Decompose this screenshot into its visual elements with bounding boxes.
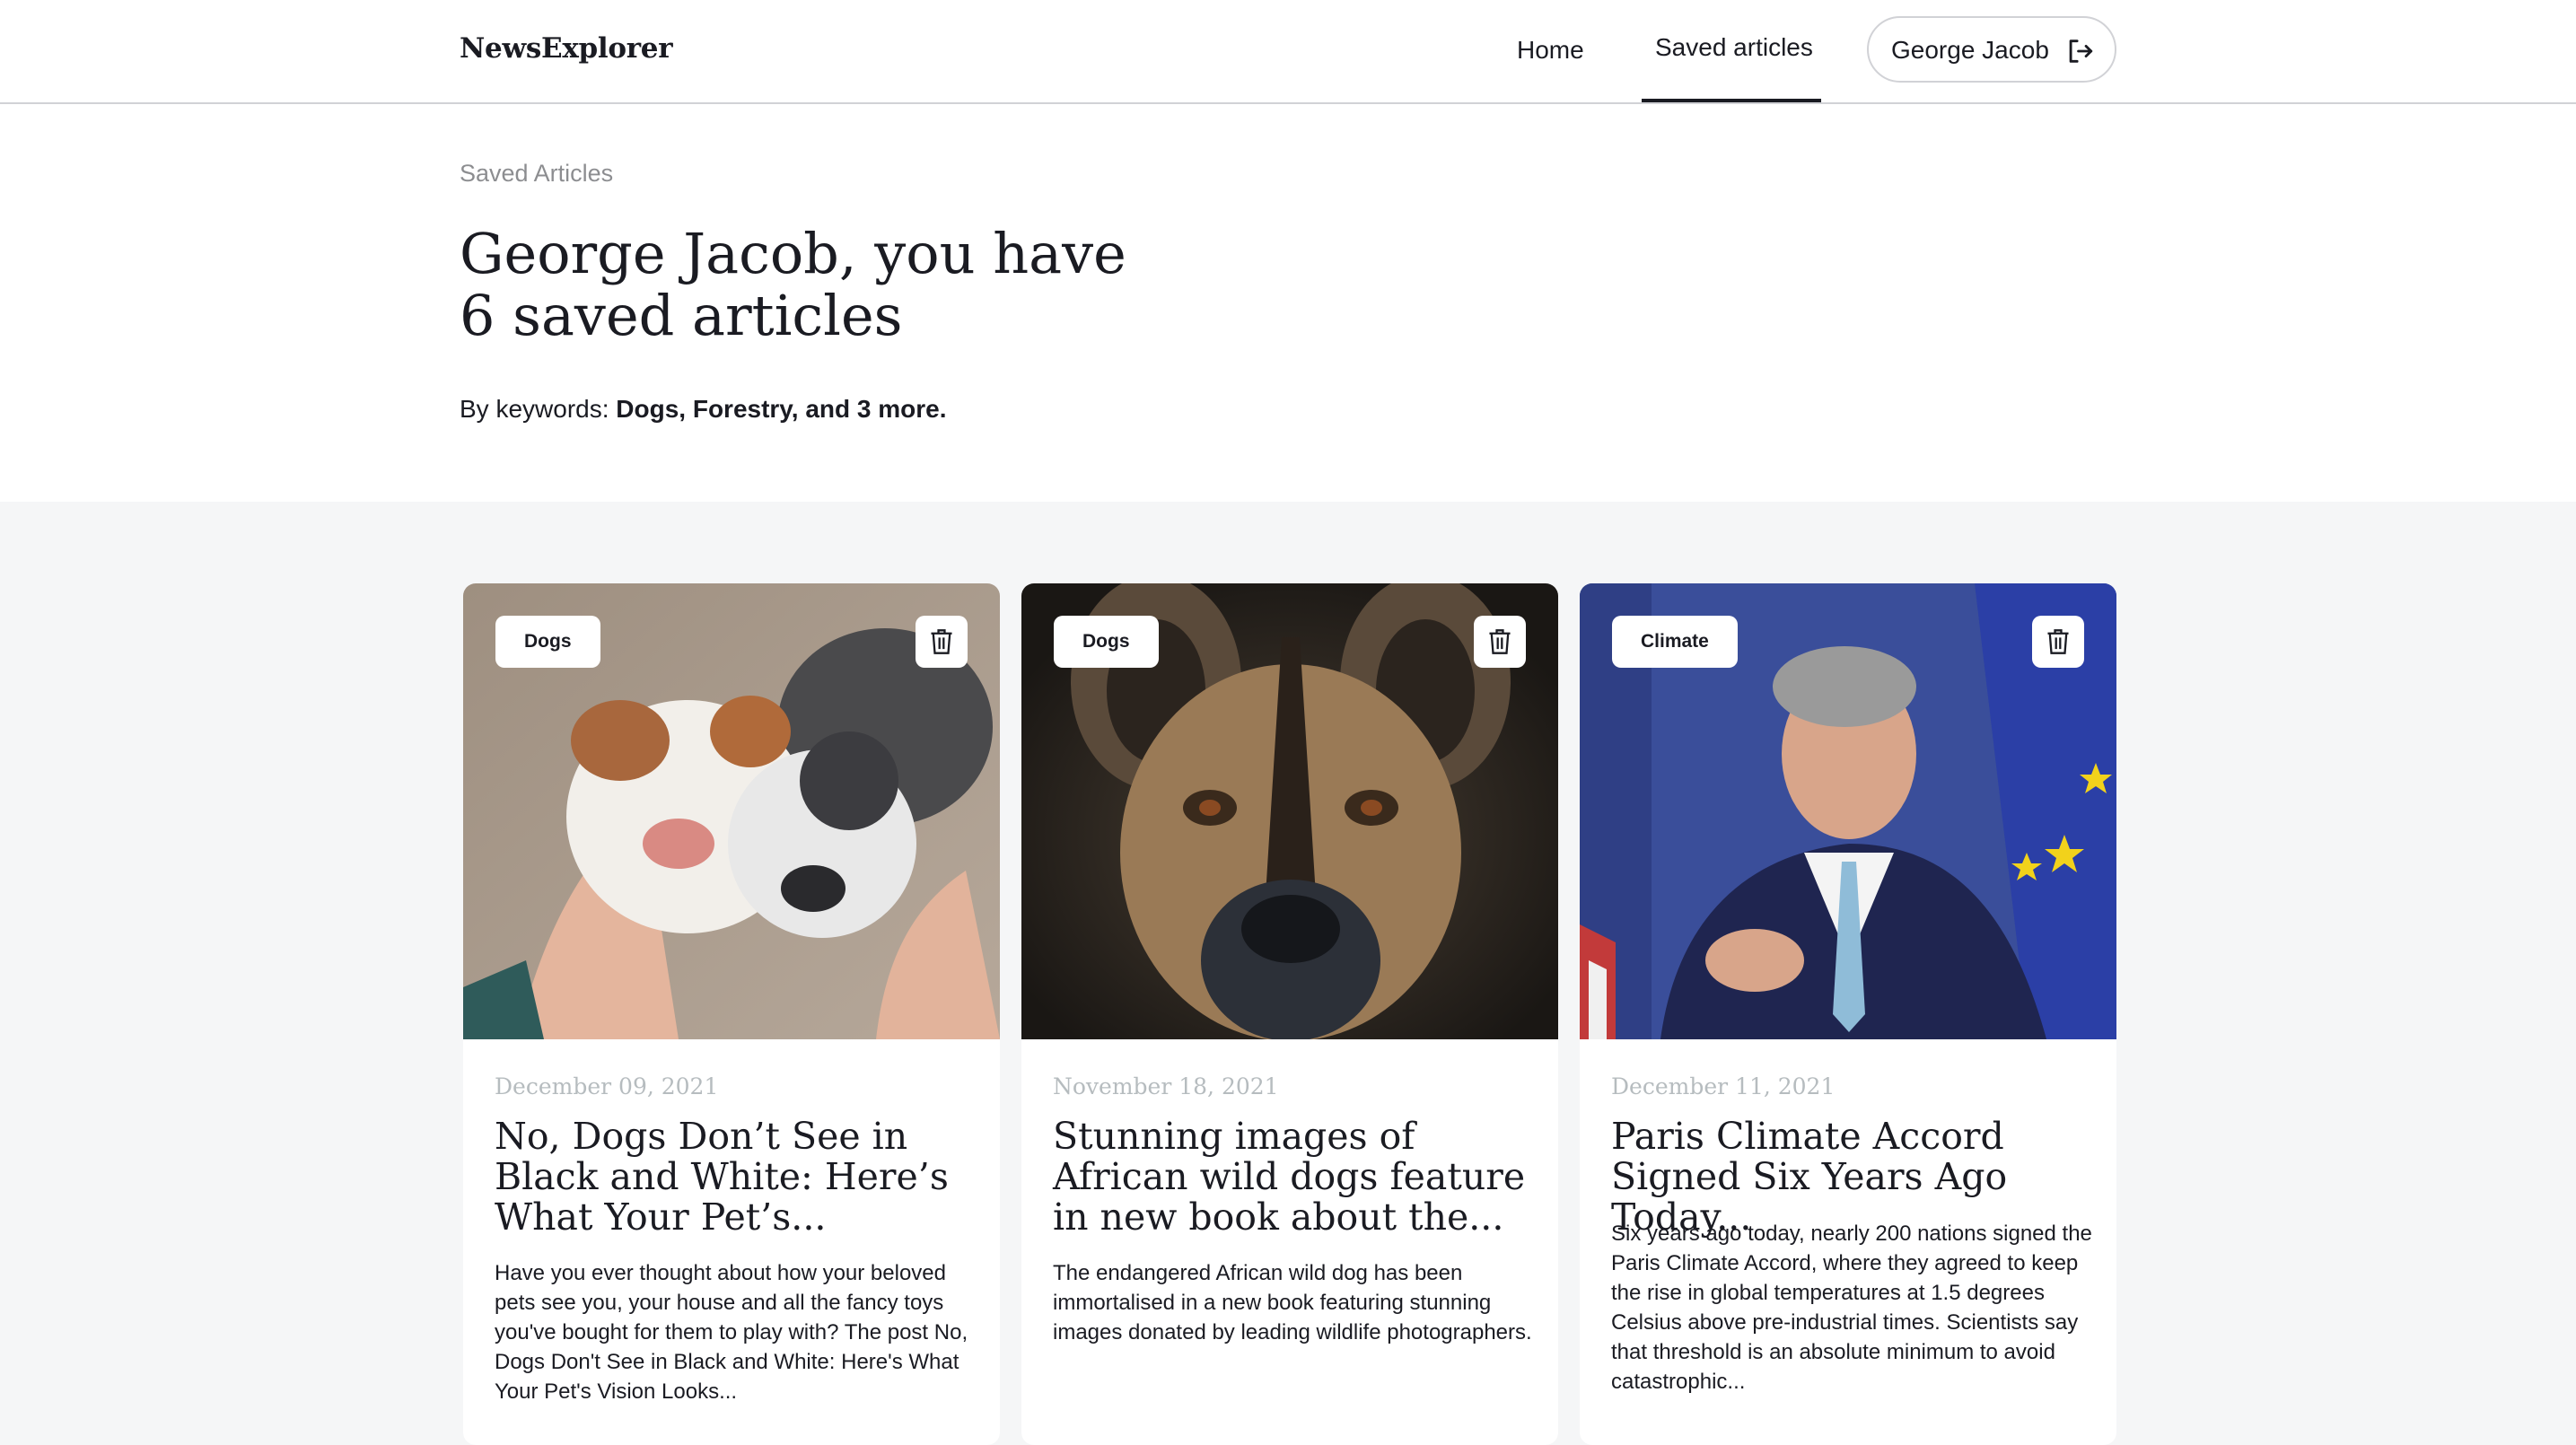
delete-article-button[interactable] xyxy=(916,616,968,668)
article-excerpt: Have you ever thought about how your bel… xyxy=(495,1261,968,1404)
keywords-summary: By keywords: Dogs, Forestry, and 3 more. xyxy=(460,395,947,424)
trash-icon xyxy=(2047,629,2069,654)
article-card[interactable]: Climate December 11, 2021 Paris Climate … xyxy=(1580,583,2116,1445)
keywords-prefix: By keywords: xyxy=(460,395,617,423)
article-date: December 09, 2021 xyxy=(495,1073,719,1099)
keyword-tag: Dogs xyxy=(1054,616,1159,668)
nav-saved-articles-link[interactable]: Saved articles xyxy=(1655,33,1813,62)
article-card[interactable]: Dogs November 18, 2021 Stunning images o… xyxy=(1021,583,1558,1445)
delete-article-button[interactable] xyxy=(2032,616,2084,668)
keyword-tag: Climate xyxy=(1612,616,1738,668)
site-header: NewsExplorer Home Saved articles George … xyxy=(0,0,2576,104)
saved-articles-summary: Saved Articles George Jacob, you have 6 … xyxy=(0,104,2576,502)
active-nav-indicator xyxy=(1642,99,1821,102)
article-title[interactable]: Stunning images of African wild dogs fea… xyxy=(1053,1117,1529,1238)
logout-icon xyxy=(2069,39,2093,63)
article-date: December 11, 2021 xyxy=(1611,1073,1836,1099)
trash-icon xyxy=(931,629,952,654)
article-title[interactable]: No, Dogs Don’t See in Black and White: H… xyxy=(495,1117,970,1238)
page-title: George Jacob, you have 6 saved articles xyxy=(460,221,1126,348)
site-logo[interactable]: NewsExplorer xyxy=(460,32,673,65)
trash-icon xyxy=(1489,629,1511,654)
nav-home-link[interactable]: Home xyxy=(1517,36,1584,65)
article-card[interactable]: Dogs December 09, 2021 No, Dogs Don’t Se… xyxy=(463,583,1000,1445)
article-excerpt: The endangered African wild dog has been… xyxy=(1053,1261,1532,1344)
user-name: George Jacob xyxy=(1891,36,2049,64)
article-excerpt: Six years ago today, nearly 200 nations … xyxy=(1611,1222,2092,1394)
keyword-tag: Dogs xyxy=(495,616,600,668)
keywords-list: Dogs, Forestry, and 3 more. xyxy=(616,395,947,423)
delete-article-button[interactable] xyxy=(1474,616,1526,668)
page-eyebrow: Saved Articles xyxy=(460,160,614,187)
article-date: November 18, 2021 xyxy=(1053,1073,1279,1099)
logout-button[interactable]: George Jacob xyxy=(1867,16,2116,83)
